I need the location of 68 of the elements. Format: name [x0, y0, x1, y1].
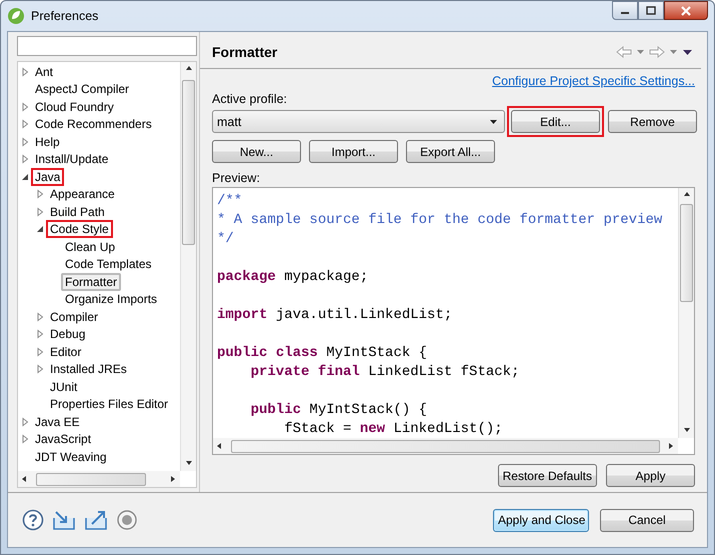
tree-item[interactable]: Organize Imports	[61, 290, 162, 308]
tree-item[interactable]: Code Templates	[61, 255, 156, 274]
app-logo-icon	[7, 7, 25, 25]
page-title: Formatter	[212, 44, 278, 60]
vertical-scrollbar[interactable]	[180, 62, 196, 471]
back-icon[interactable]	[616, 46, 632, 58]
forward-icon[interactable]	[649, 46, 665, 58]
profile-dropdown[interactable]: matt	[212, 110, 505, 133]
tree-item[interactable]: Formatter	[61, 272, 122, 291]
tree-item[interactable]: Editor	[46, 342, 86, 361]
tree-item[interactable]: Code Recommenders	[31, 115, 156, 134]
settings-link[interactable]: Configure Project Specific Settings...	[492, 74, 695, 88]
code-line: package mypackage;	[217, 268, 370, 287]
tree-item[interactable]: JUnit	[46, 378, 82, 396]
filter-field[interactable]	[17, 36, 197, 56]
code-line: * A sample source file for the code formatter preview	[217, 211, 664, 230]
maximize-icon	[646, 6, 656, 15]
code-line: import java.util.LinkedList;	[217, 306, 454, 325]
close-button[interactable]	[664, 1, 708, 20]
tree-item[interactable]: Build Path	[46, 202, 109, 221]
tree-item[interactable]: Java	[31, 168, 64, 186]
help-icon[interactable]	[22, 509, 44, 531]
profile-action-button[interactable]: Export All...	[406, 140, 495, 163]
tree-item[interactable]: Install/Update	[31, 150, 112, 168]
caret-icon[interactable]	[669, 49, 678, 55]
maximize-button[interactable]	[638, 1, 664, 20]
dialog-button[interactable]: Apply and Close	[493, 508, 589, 532]
horizontal-scrollbar[interactable]	[213, 438, 678, 454]
tree-item[interactable]: AspectJ Compiler	[31, 80, 134, 98]
close-icon	[680, 6, 692, 16]
profile-action-button[interactable]: Import...	[309, 140, 398, 163]
tree-item[interactable]: Installed JREs	[46, 360, 131, 378]
tree-item[interactable]: JDT Weaving	[31, 448, 111, 466]
tree-item[interactable]: Appearance	[46, 185, 119, 204]
caret-icon[interactable]	[636, 49, 645, 55]
tree-item[interactable]: Debug	[46, 325, 90, 344]
export-icon[interactable]	[84, 509, 108, 531]
minimize-button[interactable]	[612, 1, 638, 20]
tree-item[interactable]: Clean Up	[61, 238, 120, 256]
view-menu-icon[interactable]	[682, 48, 693, 56]
tree-item[interactable]: Properties Files Editor	[46, 395, 172, 414]
code-line: public MyIntStack() {	[250, 401, 428, 420]
tree-item[interactable]: Ant	[31, 62, 58, 81]
vertical-scrollbar[interactable]	[678, 188, 694, 438]
code-line: */	[217, 230, 235, 249]
profile-label: Active profile:	[212, 92, 288, 106]
page-button[interactable]: Apply	[606, 464, 695, 487]
tree-item[interactable]: Help	[31, 132, 64, 151]
code-line: private final LinkedList fStack;	[250, 363, 520, 382]
caret-icon	[489, 118, 498, 124]
profile-action-button[interactable]: New...	[212, 140, 301, 163]
window-title: Preferences	[31, 9, 100, 23]
tree-item[interactable]: Java EE	[31, 412, 84, 431]
page-button[interactable]: Restore Defaults	[498, 464, 597, 487]
horizontal-scrollbar[interactable]	[18, 471, 180, 487]
preview-label: Preview:	[212, 171, 261, 185]
import-icon[interactable]	[52, 509, 76, 531]
dialog-button[interactable]: Cancel	[600, 508, 694, 532]
tree-item[interactable]: Cloud Foundry	[31, 98, 118, 116]
code-line: public class MyIntStack {	[217, 344, 428, 363]
code-line: /**	[217, 192, 244, 211]
profile-button[interactable]: Remove	[608, 110, 697, 133]
code-line: fStack = new LinkedList();	[283, 420, 504, 438]
tree-item[interactable]: Compiler	[46, 308, 102, 326]
tree-item[interactable]: JavaScript	[31, 430, 96, 448]
profile-button[interactable]: Edit...	[511, 110, 600, 133]
record-icon[interactable]	[116, 509, 138, 531]
tree-item[interactable]: Code Style	[46, 220, 113, 238]
